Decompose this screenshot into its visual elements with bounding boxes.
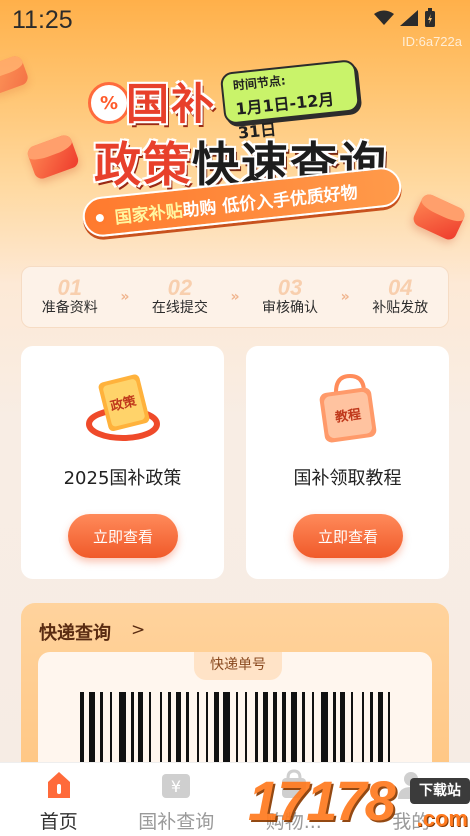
tutorial-card-title: 国补领取教程 — [293, 468, 402, 489]
tutorial-card[interactable]: 教程 国补领取教程 立即查看 — [246, 346, 449, 579]
slogan-highlight: 国家补贴 — [113, 200, 184, 228]
site-watermark: 17178 下载站 .com — [248, 764, 470, 836]
step-item: 04 补贴发放 — [355, 277, 445, 317]
step-number: 02 — [167, 275, 193, 300]
chevron-right-icon: » — [230, 289, 240, 305]
tab-home[interactable]: 首页 — [0, 763, 118, 836]
battery-icon — [425, 8, 435, 27]
slogan-dot-icon — [92, 210, 108, 226]
banner-title-accent: 政策 — [94, 138, 192, 193]
view-policy-button[interactable]: 立即查看 — [68, 514, 178, 558]
status-time: 11:25 — [12, 6, 73, 34]
view-tutorial-button[interactable]: 立即查看 — [293, 514, 403, 558]
shopping-bag-icon: 教程 — [319, 373, 377, 443]
red-envelope-decoration — [25, 133, 81, 181]
home-icon — [47, 772, 70, 798]
app-screen: 11:25 ID:6a722a % 国补 时间节点: 1月1日-12月31日 政… — [0, 0, 470, 836]
tab-label: 首页 — [39, 811, 78, 833]
svg-text:¥: ¥ — [171, 777, 181, 796]
tracking-number-label: 快递单号 — [194, 652, 282, 680]
step-label: 审核确认 — [262, 300, 319, 316]
chevron-right-icon[interactable]: > — [131, 620, 145, 640]
chevron-right-icon: » — [120, 289, 130, 305]
date-tag: 时间节点: 1月1日-12月31日 — [219, 59, 361, 143]
step-label: 准备资料 — [41, 300, 98, 316]
banner-title-line1: 国补 — [126, 80, 216, 130]
step-item: 03 审核确认 — [245, 277, 335, 317]
device-id-text: ID:6a722a — [402, 34, 462, 49]
chevron-right-icon: » — [340, 289, 350, 305]
step-number: 03 — [277, 275, 303, 300]
hero-banner: % 国补 时间节点: 1月1日-12月31日 政策快速查询 国家补贴 助购 低价入… — [80, 59, 410, 250]
process-steps: 01 准备资料 » 02 在线提交 » 03 审核确认 » 04 补贴发放 — [21, 266, 449, 328]
yuan-icon: ¥ — [162, 774, 191, 798]
watermark-domain: .com — [416, 806, 468, 831]
watermark-digits: 17178 — [248, 769, 396, 832]
watermark-download-badge: 下载站 — [410, 778, 470, 804]
step-label: 补贴发放 — [372, 300, 429, 316]
policy-card-title: 2025国补政策 — [63, 468, 182, 489]
discount-badge-icon: % — [88, 82, 130, 124]
tab-subsidy-query[interactable]: ¥ 国补查询 — [118, 763, 236, 836]
step-item: 01 准备资料 — [25, 277, 115, 317]
express-query-title[interactable]: 快递查询 — [39, 619, 111, 645]
wifi-icon — [374, 10, 394, 25]
signal-icon — [400, 10, 418, 26]
red-envelope-decoration — [410, 191, 468, 243]
step-label: 在线提交 — [151, 300, 208, 316]
step-item: 02 在线提交 — [135, 277, 225, 317]
policy-card[interactable]: 政策 2025国补政策 立即查看 — [21, 346, 224, 579]
status-bar: 11:25 ID:6a722a — [0, 0, 470, 49]
step-number: 04 — [387, 275, 413, 300]
red-envelope-decoration — [0, 54, 30, 96]
step-number: 01 — [57, 275, 82, 300]
tab-label: 国补查询 — [138, 811, 215, 833]
status-icons — [374, 8, 436, 28]
policy-document-icon: 政策 — [86, 374, 160, 441]
